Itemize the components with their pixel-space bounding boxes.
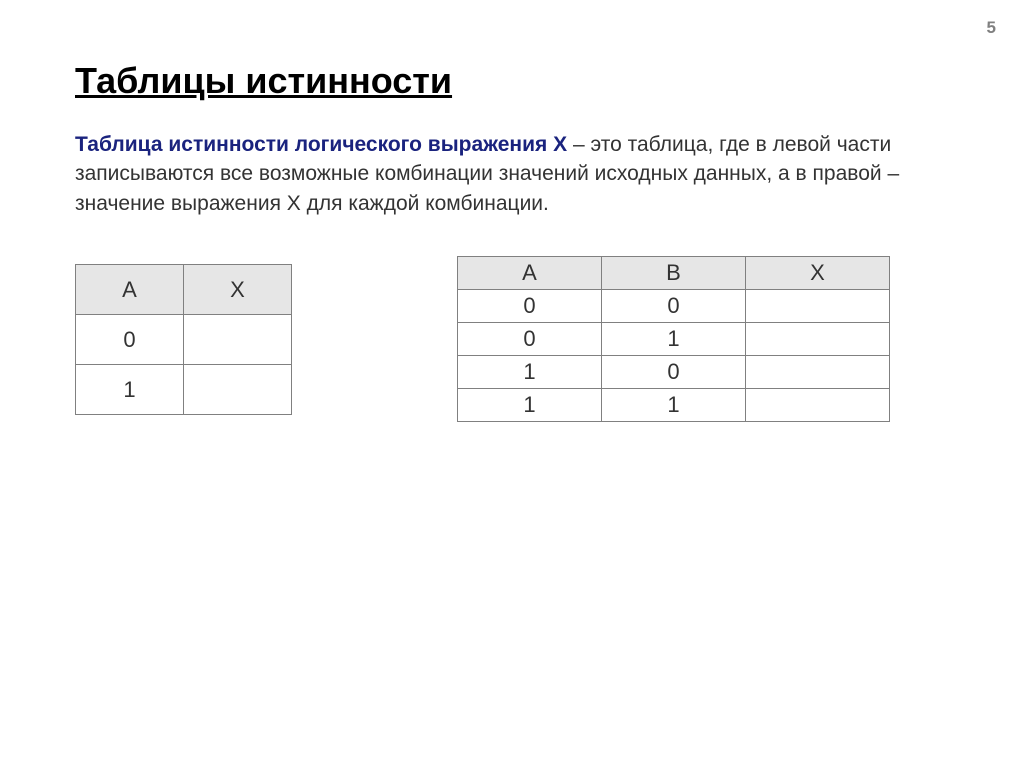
- table-row: 0 0: [458, 290, 890, 323]
- table-cell: 0: [76, 315, 184, 365]
- table-cell: 1: [76, 365, 184, 415]
- table-header-row: A X: [76, 265, 292, 315]
- page-number: 5: [987, 18, 996, 38]
- table-row: 0 1: [458, 323, 890, 356]
- table-cell: 1: [458, 389, 602, 422]
- truth-table-one-variable: A X 0 1: [75, 264, 292, 415]
- table-cell: [746, 290, 890, 323]
- table-cell: [184, 365, 292, 415]
- table-header-cell: A: [458, 257, 602, 290]
- page-title: Таблицы истинности: [75, 60, 949, 102]
- table-cell: 0: [602, 290, 746, 323]
- table-header-cell: X: [746, 257, 890, 290]
- table-header-cell: B: [602, 257, 746, 290]
- table-cell: 0: [602, 356, 746, 389]
- table-row: 1: [76, 365, 292, 415]
- table-cell: [184, 315, 292, 365]
- table-cell: 1: [602, 389, 746, 422]
- definition-paragraph: Таблица истинности логического выражения…: [75, 130, 949, 218]
- table-row: 0: [76, 315, 292, 365]
- table-cell: [746, 356, 890, 389]
- table-header-row: A B X: [458, 257, 890, 290]
- table-row: 1 1: [458, 389, 890, 422]
- table-cell: 0: [458, 290, 602, 323]
- table-cell: 0: [458, 323, 602, 356]
- table-cell: [746, 389, 890, 422]
- definition-term: Таблица истинности логического выражения…: [75, 133, 567, 156]
- tables-container: A X 0 1 A B X: [75, 264, 949, 422]
- table2-wrapper: A B X 0 0 0 1 1 0: [457, 256, 890, 422]
- table-row: 1 0: [458, 356, 890, 389]
- table-cell: 1: [602, 323, 746, 356]
- table-cell: [746, 323, 890, 356]
- truth-table-two-variables: A B X 0 0 0 1 1 0: [457, 256, 890, 422]
- table-header-cell: X: [184, 265, 292, 315]
- table-cell: 1: [458, 356, 602, 389]
- table-header-cell: A: [76, 265, 184, 315]
